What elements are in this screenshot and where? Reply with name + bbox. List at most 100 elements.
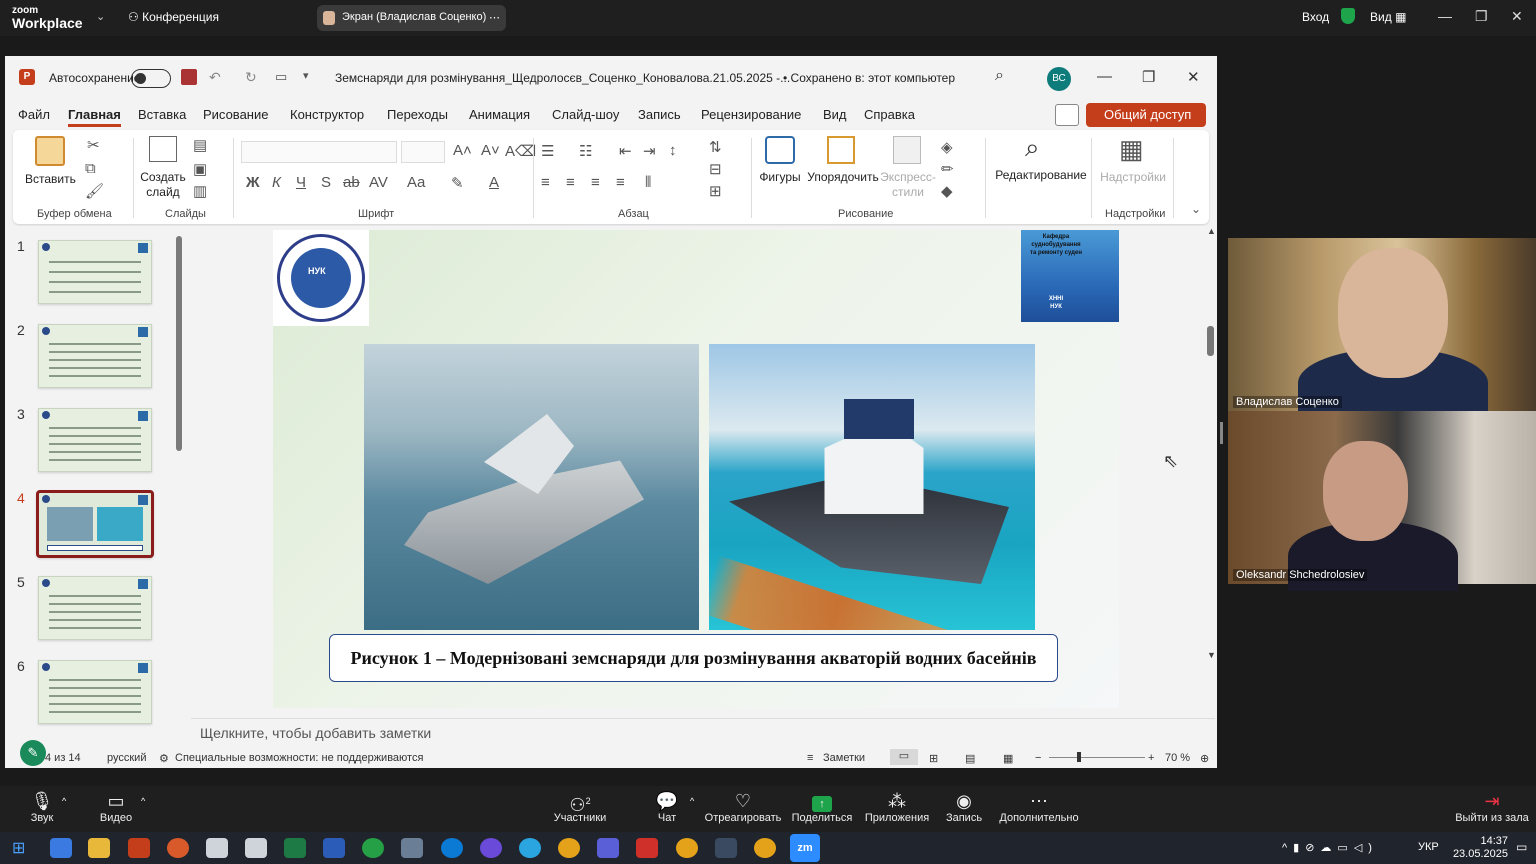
reset-icon[interactable]: ▣ bbox=[193, 160, 207, 178]
arrange-icon[interactable] bbox=[827, 136, 855, 164]
user-avatar[interactable]: ВС bbox=[1047, 67, 1071, 91]
chrome-icon[interactable] bbox=[558, 838, 580, 858]
tab-home[interactable]: Главная bbox=[68, 107, 121, 127]
view-menu[interactable]: Вид ▦ bbox=[1370, 10, 1406, 24]
current-slide[interactable]: НУК Кафедра суднобудування та ремонту су… bbox=[273, 230, 1119, 708]
clock[interactable]: 14:37 23.05.2025 bbox=[1448, 835, 1508, 861]
section-icon[interactable]: ▥ bbox=[193, 182, 207, 200]
new-slide-line1[interactable]: Создать bbox=[138, 170, 188, 184]
chat-button[interactable]: 💬 Чат bbox=[627, 786, 707, 824]
zoom-level[interactable]: 70 % bbox=[1165, 752, 1190, 764]
app-icon[interactable] bbox=[597, 838, 619, 858]
shapes-button[interactable]: Фигуры bbox=[755, 170, 805, 184]
quick-styles-line2[interactable]: стили bbox=[873, 185, 943, 199]
notes-field[interactable]: Щелкните, чтобы добавить заметки bbox=[191, 718, 1215, 746]
skype-icon[interactable] bbox=[441, 838, 463, 858]
increase-indent-icon[interactable]: ⇥ bbox=[643, 142, 656, 160]
editing-button[interactable]: Редактирование bbox=[991, 168, 1091, 182]
leave-button[interactable]: ⇥ Выйти из зала bbox=[1452, 786, 1532, 824]
bold-icon[interactable]: Ж bbox=[246, 174, 260, 191]
arrange-button[interactable]: Упорядочить bbox=[803, 170, 883, 184]
app-icon[interactable] bbox=[715, 838, 737, 858]
thumbnail-scrollbar[interactable] bbox=[176, 236, 182, 451]
excel-icon[interactable] bbox=[284, 838, 306, 858]
slide-thumbnail-1[interactable] bbox=[38, 240, 152, 304]
shrink-font-icon[interactable]: A˅ bbox=[481, 142, 500, 159]
undo-icon[interactable]: ↶ bbox=[209, 69, 221, 86]
case-icon[interactable]: Aa bbox=[407, 174, 425, 191]
customize-icon[interactable]: ▾ bbox=[303, 69, 309, 82]
save-icon[interactable] bbox=[181, 69, 197, 85]
highlight-icon[interactable]: ✎ bbox=[451, 174, 464, 192]
react-button[interactable]: ♡ Отреагировать bbox=[703, 786, 783, 824]
font-family-select[interactable] bbox=[241, 141, 397, 163]
minimize-icon[interactable]: — bbox=[1097, 68, 1112, 85]
clear-format-icon[interactable]: A⌫ bbox=[505, 142, 536, 160]
close-icon[interactable]: ✕ bbox=[1511, 8, 1523, 25]
video-options-icon[interactable]: ^ bbox=[141, 796, 145, 806]
more-button[interactable]: ⋯ Дополнительно bbox=[999, 786, 1079, 824]
maximize-icon[interactable]: ❐ bbox=[1475, 8, 1488, 25]
tab-animations[interactable]: Анимация bbox=[469, 107, 530, 122]
strikethrough-icon[interactable]: ab bbox=[343, 174, 360, 191]
windows-start-icon[interactable]: ⊞ bbox=[12, 838, 34, 858]
justify-icon[interactable]: ≡ bbox=[616, 174, 625, 191]
new-slide-icon[interactable] bbox=[149, 136, 177, 162]
quick-styles-icon[interactable] bbox=[893, 136, 921, 164]
autosave-toggle[interactable] bbox=[131, 69, 171, 88]
login-link[interactable]: Вход bbox=[1302, 10, 1329, 24]
paste-icon[interactable] bbox=[35, 136, 65, 166]
camera-app-icon[interactable] bbox=[401, 838, 423, 858]
tab-draw[interactable]: Рисование bbox=[203, 107, 268, 122]
copy-icon[interactable]: ⧉ bbox=[85, 160, 96, 177]
underline-icon[interactable]: Ч bbox=[296, 174, 306, 191]
notes-button[interactable]: Заметки bbox=[823, 752, 865, 764]
resize-handle[interactable] bbox=[1220, 422, 1223, 444]
audio-button[interactable]: 🎙 Звук bbox=[2, 786, 82, 824]
layout-icon[interactable]: ▤ bbox=[193, 136, 207, 154]
align-text-icon[interactable]: ⊟ bbox=[709, 160, 722, 178]
app-icon[interactable] bbox=[206, 838, 228, 858]
app-icon[interactable] bbox=[636, 838, 658, 858]
annotate-pen-icon[interactable]: ✎ bbox=[20, 740, 46, 766]
text-direction-icon[interactable]: ⇅ bbox=[709, 138, 722, 156]
viber-icon[interactable] bbox=[480, 838, 502, 858]
tab-slideshow[interactable]: Слайд-шоу bbox=[552, 107, 619, 122]
present-icon[interactable]: ▭ bbox=[275, 69, 287, 85]
collapse-ribbon-icon[interactable]: ⌄ bbox=[1191, 202, 1201, 216]
slide-thumbnail-3[interactable] bbox=[38, 408, 152, 472]
fit-slide-icon[interactable]: ⊕ bbox=[1200, 752, 1209, 765]
align-right-icon[interactable]: ≡ bbox=[591, 174, 600, 191]
accessibility-status[interactable]: Специальные возможности: не поддерживают… bbox=[175, 752, 423, 764]
copilot-icon[interactable] bbox=[50, 838, 72, 858]
search-icon[interactable]: ⌕ bbox=[995, 67, 1004, 85]
shield-icon[interactable] bbox=[1341, 8, 1355, 24]
reading-view-icon[interactable]: ▤ bbox=[965, 752, 975, 765]
tab-view[interactable]: Вид bbox=[823, 107, 847, 122]
tab-help[interactable]: Справка bbox=[864, 107, 915, 122]
more-icon[interactable]: ⋯ bbox=[489, 11, 500, 24]
app-icon[interactable] bbox=[128, 838, 150, 858]
chrome-icon[interactable] bbox=[676, 838, 698, 858]
system-tray-icons[interactable]: ^▮⊘☁▭◁) bbox=[1282, 841, 1378, 854]
spacing-icon[interactable]: AV bbox=[369, 174, 388, 191]
align-center-icon[interactable]: ≡ bbox=[566, 174, 575, 191]
tab-design[interactable]: Конструктор bbox=[290, 107, 364, 122]
screen-share-pill[interactable]: Экран (Владислав Соценко) ⋯ bbox=[317, 5, 506, 31]
calculator-icon[interactable] bbox=[245, 838, 267, 858]
outline-icon[interactable]: ✏ bbox=[941, 160, 954, 178]
file-explorer-icon[interactable] bbox=[88, 838, 110, 858]
align-left-icon[interactable]: ≡ bbox=[541, 174, 550, 191]
bullets-icon[interactable]: ☰ bbox=[541, 142, 554, 160]
participant-video-2[interactable]: Oleksandr Shchedrolosiev bbox=[1228, 411, 1536, 591]
quick-styles-line1[interactable]: Экспресс- bbox=[873, 170, 943, 184]
addins-icon[interactable]: ▦ bbox=[1119, 134, 1144, 165]
slideshow-icon[interactable]: ▦ bbox=[1003, 752, 1013, 765]
conference-menu[interactable]: ⚇ Конференция bbox=[128, 10, 219, 24]
numbering-icon[interactable]: ☷ bbox=[579, 142, 592, 160]
telegram-icon[interactable] bbox=[519, 838, 541, 858]
zoom-slider-thumb[interactable] bbox=[1077, 752, 1081, 762]
italic-icon[interactable]: К bbox=[272, 174, 281, 191]
new-slide-line2[interactable]: слайд bbox=[138, 185, 188, 199]
smartart-icon[interactable]: ⊞ bbox=[709, 182, 722, 200]
